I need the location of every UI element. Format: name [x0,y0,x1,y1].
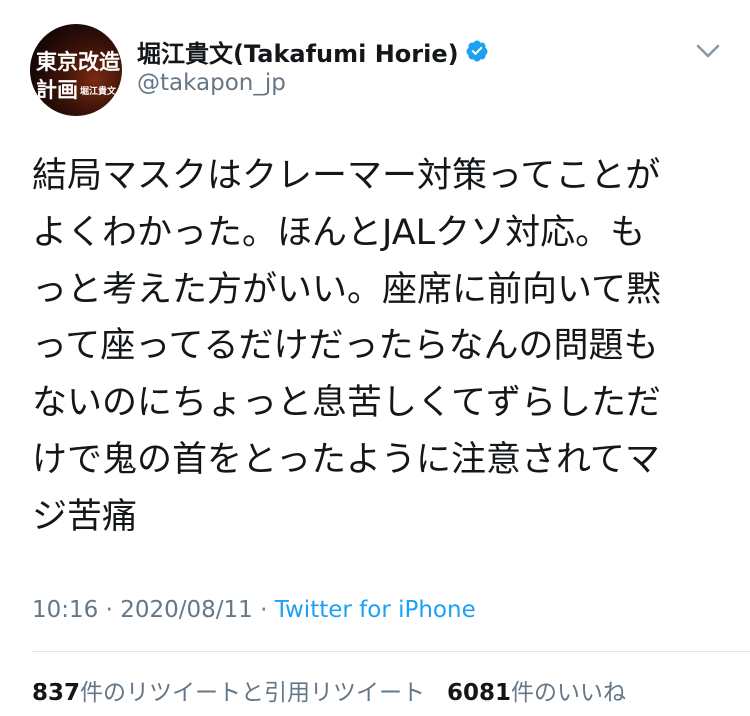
author-handle[interactable]: @takapon_jp [137,70,286,96]
tweet-text: 結局マスクはクレーマー対策ってことが よくわかった。ほんとJALクソ対応。も っ… [32,156,661,537]
tweet-stats: 837件のリツイートと引用リツイート 6081件のいいね [32,673,626,707]
meta-separator: · [260,597,268,623]
chevron-down-icon[interactable] [693,40,723,62]
tweet-time[interactable]: 10:16 [32,597,98,623]
tweet-meta: 10:16 · 2020/08/11 · Twitter for iPhone [32,597,476,623]
likes-count: 6081 [447,680,512,706]
avatar-text-line: 計画 [36,78,78,102]
likes-label: 件のいいね [511,680,627,706]
avatar[interactable]: 東京改造 計画 堀江貴文 [30,24,122,116]
divider [32,651,750,652]
verified-badge-icon [466,40,488,62]
display-name[interactable]: 堀江貴文(Takafumi Horie) [137,34,459,69]
retweets-count: 837 [32,680,81,706]
likes-stat[interactable]: 6081件のいいね [447,680,626,706]
author-name-row[interactable]: 堀江貴文(Takafumi Horie) [137,34,489,69]
retweets-label: 件のリツイートと引用リツイート [80,680,426,706]
avatar-text-line: 堀江貴文 [80,87,117,97]
tweet-source-link[interactable]: Twitter for iPhone [275,597,476,623]
tweet-date[interactable]: 2020/08/11 [120,597,253,623]
meta-separator: · [105,597,113,623]
retweets-stat[interactable]: 837件のリツイートと引用リツイート [32,680,425,706]
avatar-text-line: 東京改造 [36,50,120,74]
